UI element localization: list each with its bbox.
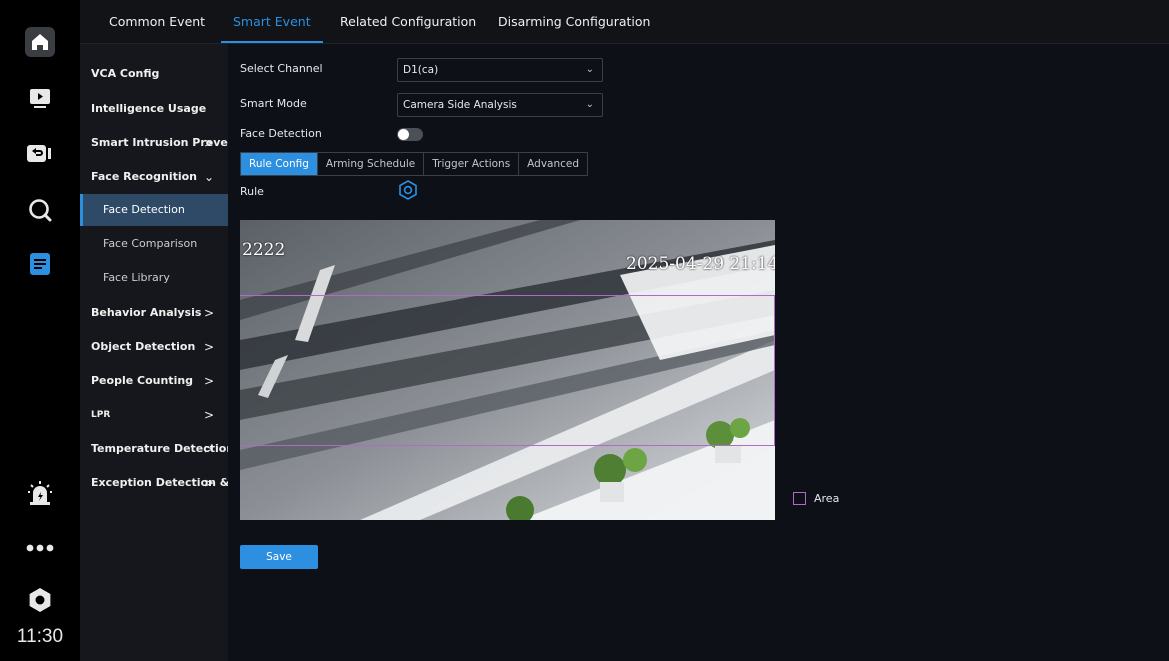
search-icon[interactable] [24,194,56,226]
select-channel-label: Select Channel [240,62,323,75]
sub-tab-bar: Rule Config Arming Schedule Trigger Acti… [240,152,589,176]
menu-face-library[interactable]: Face Library [80,262,228,294]
menu-exception-detection[interactable]: Exception Detection &... > [80,467,242,499]
menu-vca-config[interactable]: VCA Config [80,58,228,90]
menu-behavior-analysis[interactable]: Behavior Analysis > [80,297,228,329]
face-detection-label: Face Detection [240,127,322,140]
area-label: Area [814,492,840,505]
menu-label: Exception Detection &... [91,476,242,489]
osd-channel-name: 2222 [242,240,286,260]
side-menu: VCA Config Intelligence Usage Smart Intr… [80,44,242,661]
tab-related-configuration[interactable]: Related Configuration [340,0,476,43]
chevron-right-icon: > [203,442,214,456]
chevron-down-icon: ⌄ [203,170,214,184]
tab-arming-schedule[interactable]: Arming Schedule [318,153,425,175]
menu-label: People Counting [91,374,194,387]
menu-smart-intrusion[interactable]: Smart Intrusion Preve... > [80,127,240,159]
tab-advanced[interactable]: Advanced [519,153,587,175]
chevron-down-icon: ⌄ [585,64,594,75]
settings-icon[interactable] [24,584,56,616]
area-checkbox[interactable] [793,492,806,505]
menu-label: Smart Intrusion Preve... [91,136,241,149]
playback-icon[interactable] [24,82,56,114]
hexagon-settings-icon[interactable] [398,180,418,200]
icon-rail: 11:30 [0,0,80,661]
document-icon[interactable] [24,248,56,280]
channel-select[interactable]: D1(ca) ⌄ [397,58,603,82]
menu-temperature-detection[interactable]: Temperature Detection > [80,433,234,465]
smart-mode-select[interactable]: Camera Side Analysis ⌄ [397,93,603,117]
menu-people-counting[interactable]: People Counting > [80,365,228,397]
smart-mode-value: Camera Side Analysis [403,99,517,111]
camera-preview[interactable]: 2222 2025-04-29 21:14 [240,220,775,520]
more-icon[interactable] [24,532,56,564]
menu-face-recognition[interactable]: Face Recognition ⌄ [80,161,228,193]
menu-intelligence-usage[interactable]: Intelligence Usage [80,93,228,125]
top-tab-bar: Common Event Smart Event Related Configu… [80,0,1169,44]
clock: 11:30 [16,626,64,647]
save-button[interactable]: Save [240,545,318,569]
chevron-right-icon: > [203,408,214,422]
alarm-icon[interactable] [24,476,56,508]
chevron-right-icon: > [203,340,214,354]
menu-face-detection[interactable]: Face Detection [80,194,228,226]
chevron-down-icon: ⌄ [585,99,594,110]
backup-icon[interactable] [24,138,56,170]
menu-label: Behavior Analysis [91,306,202,319]
tab-common-event[interactable]: Common Event [109,0,205,43]
menu-object-detection[interactable]: Object Detection > [80,331,228,363]
tab-smart-event[interactable]: Smart Event [221,0,323,43]
chevron-right-icon: > [203,306,214,320]
osd-timestamp: 2025-04-29 21:14 [626,254,775,274]
chevron-right-icon: > [203,374,214,388]
face-detection-toggle[interactable] [397,128,423,141]
tab-trigger-actions[interactable]: Trigger Actions [424,153,520,175]
chevron-right-icon: > [203,476,214,490]
channel-select-value: D1(ca) [403,64,439,76]
menu-lpr[interactable]: LPR > [80,399,228,431]
tab-rule-config[interactable]: Rule Config [241,153,318,175]
menu-label: VCA Config [91,67,160,80]
menu-label: LPR [91,410,111,420]
menu-label: Object Detection [91,340,196,353]
home-icon[interactable] [24,26,56,58]
tab-disarming-configuration[interactable]: Disarming Configuration [498,0,650,43]
smart-mode-label: Smart Mode [240,97,307,110]
rule-label: Rule [240,185,264,198]
menu-face-comparison[interactable]: Face Comparison [80,228,228,260]
chevron-right-icon: > [203,136,214,150]
main-panel: Select Channel D1(ca) ⌄ Smart Mode Camer… [228,44,1169,661]
menu-label: Intelligence Usage [91,102,207,115]
menu-label: Face Recognition [91,170,198,183]
